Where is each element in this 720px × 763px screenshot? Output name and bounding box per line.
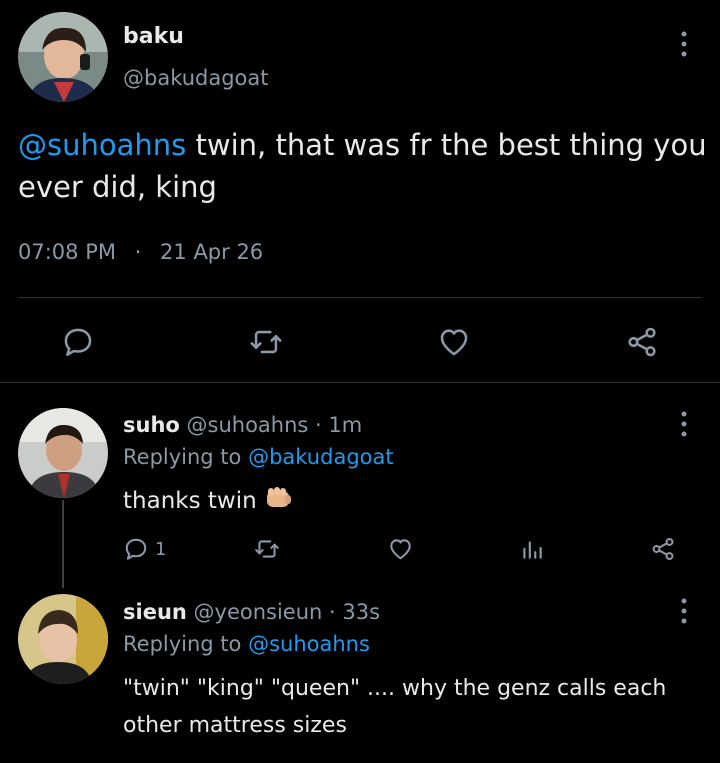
replying-to-label: Replying to xyxy=(123,445,242,469)
reply-icon xyxy=(64,328,92,357)
reply-avatar[interactable] xyxy=(18,594,108,684)
tweet-text: @suhoahns twin, that was fr the best thi… xyxy=(18,124,708,208)
reply-display-name[interactable]: sieun xyxy=(123,600,187,624)
thread-line xyxy=(62,500,64,588)
reply-header: sieun @yeonsieun · 33s xyxy=(123,600,380,624)
reply-button[interactable] xyxy=(58,322,98,362)
replying-to: Replying to @suhoahns xyxy=(123,632,370,656)
like-button[interactable] xyxy=(434,322,474,362)
like-button[interactable] xyxy=(387,536,414,566)
share-icon xyxy=(652,538,674,560)
timestamp-separator: · xyxy=(134,240,142,264)
tweet-timestamp: 07:08 PM · 21 Apr 26 xyxy=(18,240,263,264)
reply-button[interactable]: 1 xyxy=(123,536,166,562)
author-avatar[interactable] xyxy=(18,12,108,102)
reply-body: thanks twin xyxy=(123,488,257,514)
reply-handle[interactable]: @suhoahns xyxy=(187,413,309,437)
reply-icon xyxy=(125,538,147,560)
reply-header: suho @suhoahns · 1m xyxy=(123,413,362,437)
retweet-button[interactable] xyxy=(253,536,281,566)
reply-handle[interactable]: @yeonsieun xyxy=(194,600,323,624)
fist-bump-icon xyxy=(265,485,293,517)
tweet-time: 07:08 PM xyxy=(18,240,116,264)
share-button[interactable] xyxy=(650,536,676,566)
analytics-icon xyxy=(523,541,542,559)
reply-display-name[interactable]: suho xyxy=(123,413,180,437)
analytics-button[interactable] xyxy=(519,536,545,566)
more-options-icon[interactable] xyxy=(672,26,696,62)
reply-age: · 1m xyxy=(315,413,363,437)
replying-to: Replying to @bakudagoat xyxy=(123,445,394,469)
more-options-icon[interactable] xyxy=(672,406,696,442)
divider xyxy=(0,382,720,383)
reply-avatar[interactable] xyxy=(18,408,108,498)
reply-count: 1 xyxy=(155,538,167,560)
heart-icon xyxy=(440,329,468,356)
share-button[interactable] xyxy=(622,322,662,362)
author-display-name[interactable]: baku xyxy=(123,24,184,49)
heart-icon xyxy=(390,539,411,560)
more-options-icon[interactable] xyxy=(672,593,696,629)
reply-text: thanks twin xyxy=(123,485,293,517)
divider xyxy=(18,297,702,298)
retweet-button[interactable] xyxy=(246,322,286,362)
mention-link[interactable]: @suhoahns xyxy=(18,128,186,162)
share-icon xyxy=(628,327,656,357)
replying-to-link[interactable]: @bakudagoat xyxy=(248,445,394,469)
reply-text: "twin" "king" "queen" .... why the genz … xyxy=(123,676,667,738)
retweet-icon xyxy=(250,330,282,354)
replying-to-label: Replying to xyxy=(123,632,242,656)
reply-age: · 33s xyxy=(329,600,381,624)
tweet-date: 21 Apr 26 xyxy=(160,240,264,264)
replying-to-link[interactable]: @suhoahns xyxy=(248,632,370,656)
author-handle[interactable]: @bakudagoat xyxy=(123,66,269,90)
retweet-icon xyxy=(255,540,279,558)
